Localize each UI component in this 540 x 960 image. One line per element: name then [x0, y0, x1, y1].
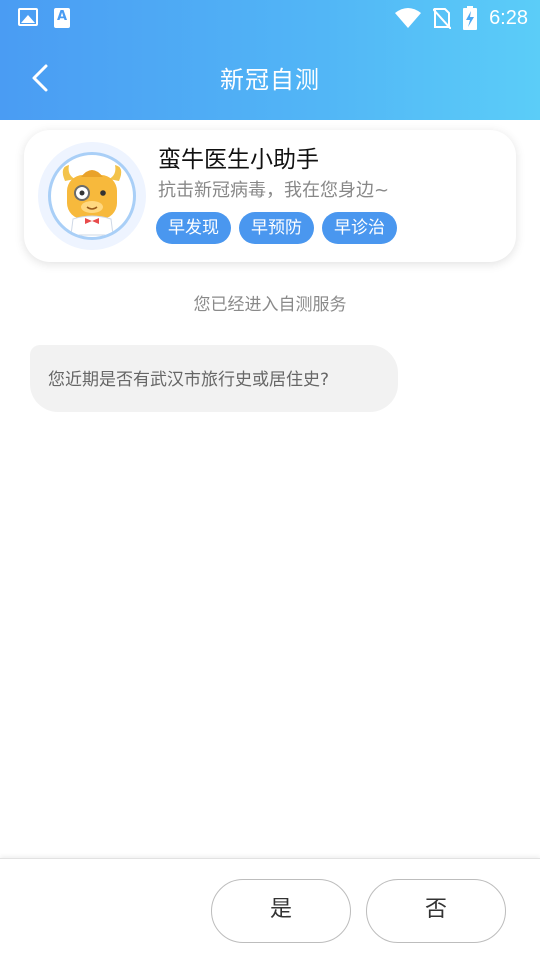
avatar-ring [38, 142, 146, 250]
page-title: 新冠自测 [220, 66, 320, 94]
service-notice: 您已经进入自测服务 [193, 295, 347, 315]
yes-button[interactable]: 是 [211, 879, 351, 943]
answer-bar: 是 否 [0, 858, 540, 960]
tag-early-detection: 早发现 [156, 212, 231, 244]
title-bar: 新冠自测 [0, 36, 540, 120]
assistant-name: 蛮牛医生小助手 [158, 147, 319, 173]
tag-list: 早发现 早预防 早诊治 [156, 212, 397, 244]
battery-charging-icon [463, 6, 478, 30]
chat-bubble-question: 您近期是否有武汉市旅行史或居住史? [30, 345, 398, 412]
status-bar: A 6:28 [0, 0, 540, 36]
avatar [48, 152, 136, 240]
assistant-subtitle: 抗击新冠病毒，我在您身边~ [158, 180, 390, 201]
gallery-icon [18, 8, 38, 26]
assistant-card: 蛮牛医生小助手 抗击新冠病毒，我在您身边~ 早发现 早预防 早诊治 [24, 130, 516, 262]
no-button[interactable]: 否 [366, 879, 506, 943]
bull-mascot-icon [62, 165, 122, 236]
tag-early-treatment: 早诊治 [322, 212, 397, 244]
header-background: A 6:28 新冠自测 [0, 0, 540, 120]
no-sim-icon [433, 8, 452, 29]
a-app-icon: A [54, 8, 70, 28]
wifi-icon [395, 8, 422, 28]
status-time: 6:28 [489, 6, 528, 29]
tag-early-prevention: 早预防 [239, 212, 314, 244]
